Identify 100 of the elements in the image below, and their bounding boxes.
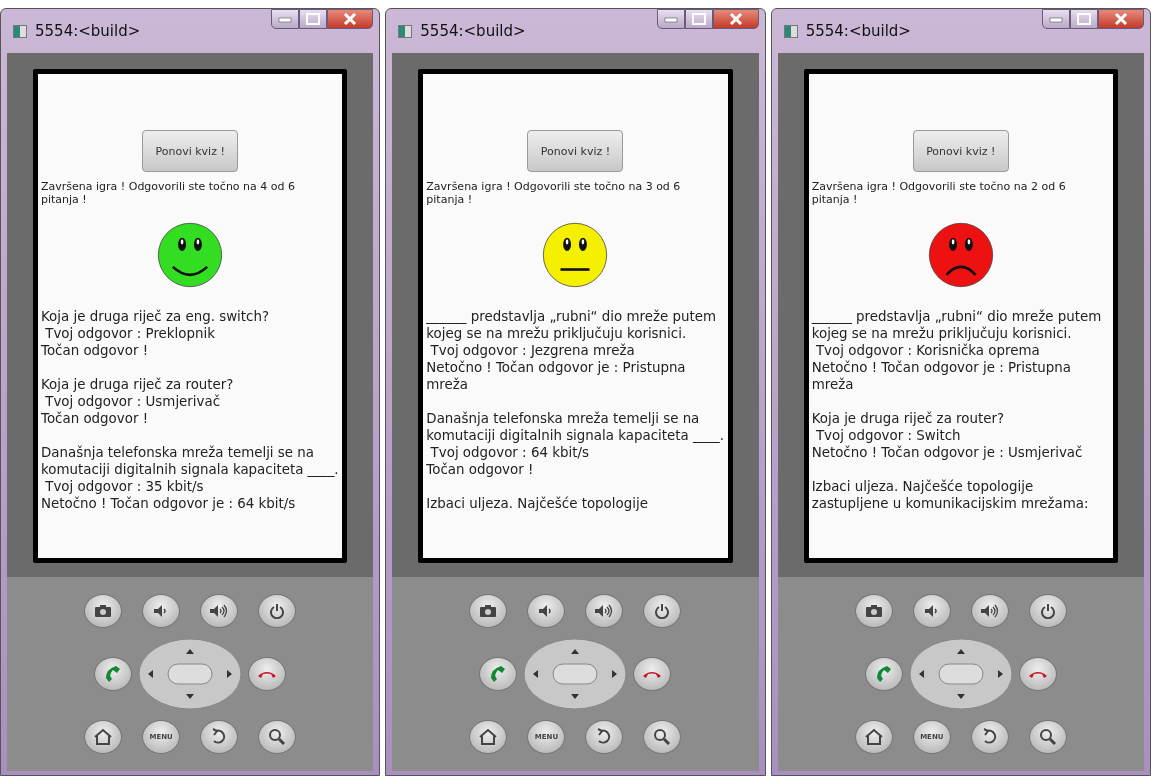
maximize-icon: [691, 13, 706, 25]
camera-button[interactable]: [84, 594, 123, 628]
home-icon: [478, 728, 499, 746]
power-button[interactable]: [643, 594, 682, 628]
volume-down-button[interactable]: [912, 594, 951, 628]
volume-up-icon: [979, 604, 1000, 618]
home-button[interactable]: [84, 720, 123, 754]
question-text: Izbaci uljeza. Najčešće topologije: [426, 495, 649, 512]
question-text: Današnja telefonska mreža temelji se na komutaciji digitalnih signala kapaciteta ____.: [426, 410, 725, 444]
question-text: Današnja telefonska mreža temelji se na komutaciji digitalnih signala kapaciteta ____.: [41, 444, 340, 478]
phone-icon: [874, 665, 893, 683]
end-call-button[interactable]: [633, 657, 672, 691]
question-text: Koja je druga riječ za router?: [811, 410, 1006, 427]
maximize-icon: [306, 13, 321, 25]
question-text: Koja je druga riječ za router?: [41, 376, 235, 393]
retry-button[interactable]: Ponovi kviz !: [912, 130, 1009, 172]
maximize-icon: [1077, 13, 1091, 25]
search-icon: [1038, 728, 1057, 746]
camera-icon: [864, 604, 883, 618]
camera-button[interactable]: [469, 594, 508, 628]
answer-text: Tvoj odgovor : 35 kbit/s: [44, 478, 205, 495]
volume-up-icon: [209, 604, 230, 618]
phone-icon: [104, 665, 123, 683]
question-text: Koja je druga riječ za eng. switch?: [41, 308, 271, 325]
call-button[interactable]: [94, 657, 133, 691]
maximize-button[interactable]: [1070, 9, 1098, 29]
minimize-button[interactable]: [271, 9, 300, 29]
back-button[interactable]: [970, 720, 1009, 754]
result-summary: Završena igra ! Odgovorili ste točno na 2 od 6 pitanja !: [811, 180, 1067, 206]
volume-up-button[interactable]: [200, 594, 239, 628]
verdict-text: Netočno ! Točan odgovor je : Pristupna mreža: [811, 359, 1072, 393]
end-call-button[interactable]: [1018, 657, 1057, 691]
answer-text: Tvoj odgovor : Usmjerivač: [44, 393, 222, 410]
end-call-button[interactable]: [248, 657, 287, 691]
close-button[interactable]: [327, 9, 374, 29]
window-title: 5554:<build>: [805, 22, 912, 40]
minimize-button[interactable]: [1042, 9, 1070, 29]
dpad[interactable]: [523, 638, 628, 710]
verdict-text: Točan odgovor !: [41, 342, 150, 359]
minimize-button[interactable]: [656, 9, 685, 29]
back-button[interactable]: [200, 720, 239, 754]
question-text: ______ predstavlja „rubni“ dio mreže putem kojeg se na mrežu priključuju korisnici.: [426, 308, 718, 342]
power-icon: [654, 603, 671, 619]
result-summary: Završena igra ! Odgovorili ste točno na 4 od 6 pitanja !: [41, 180, 296, 206]
close-icon: [728, 13, 743, 25]
retry-button[interactable]: Ponovi kviz !: [527, 130, 624, 172]
power-icon: [269, 603, 286, 619]
search-icon: [268, 728, 287, 746]
window-title: 5554:<build>: [35, 22, 142, 40]
dpad[interactable]: [908, 638, 1013, 710]
dpad[interactable]: [138, 638, 243, 710]
question-text: ______ predstavlja „rubni“ dio mreže putem kojeg se na mrežu priključuju korisnici.: [811, 308, 1103, 342]
camera-icon: [479, 604, 498, 618]
home-icon: [863, 728, 884, 746]
volume-up-button[interactable]: [970, 594, 1009, 628]
close-icon: [1114, 13, 1128, 25]
phone-icon: [489, 665, 508, 683]
close-icon: [343, 13, 358, 25]
window-icon: [783, 24, 798, 38]
answer-text: Tvoj odgovor : 64 kbit/s: [429, 444, 590, 461]
power-button[interactable]: [258, 594, 297, 628]
camera-icon: [94, 604, 113, 618]
volume-up-button[interactable]: [585, 594, 624, 628]
answer-text: Tvoj odgovor : Preklopnik: [44, 325, 216, 342]
verdict-text: Netočno ! Točan odgovor je : Pristupna mreža: [426, 359, 687, 393]
power-icon: [1039, 603, 1056, 619]
window-title: 5554:<build>: [420, 22, 527, 40]
home-button[interactable]: [469, 720, 508, 754]
verdict-text: Netočno ! Točan odgovor je : 64 kbit/s: [41, 495, 297, 512]
volume-down-button[interactable]: [142, 594, 181, 628]
home-icon: [93, 728, 114, 746]
camera-button[interactable]: [854, 594, 893, 628]
maximize-button[interactable]: [299, 9, 328, 29]
call-button[interactable]: [864, 657, 903, 691]
close-button[interactable]: [1098, 9, 1144, 29]
search-button[interactable]: [258, 720, 297, 754]
search-button[interactable]: [1028, 720, 1067, 754]
window-icon: [398, 24, 413, 38]
maximize-button[interactable]: [684, 9, 713, 29]
minimize-icon: [278, 15, 293, 23]
call-button[interactable]: [479, 657, 518, 691]
minimize-icon: [663, 15, 678, 23]
verdict-text: Točan odgovor !: [426, 461, 535, 478]
question-text: Izbaci uljeza. Najčešće topologije zastupljene u komunikacijskim mrežama:: [811, 478, 1090, 512]
back-button[interactable]: [585, 720, 624, 754]
power-button[interactable]: [1028, 594, 1067, 628]
minimize-icon: [1049, 15, 1063, 23]
verdict-text: Točan odgovor !: [41, 410, 150, 427]
close-button[interactable]: [712, 9, 759, 29]
result-summary: Završena igra ! Odgovorili ste točno na 3 od 6 pitanja !: [426, 180, 682, 206]
verdict-text: Netočno ! Točan odgovor je : Usmjerivač: [811, 444, 1084, 461]
search-button[interactable]: [643, 720, 682, 754]
home-button[interactable]: [854, 720, 893, 754]
answer-text: Tvoj odgovor : Korisnička oprema: [814, 342, 1041, 359]
answer-text: Tvoj odgovor : Jezgrena mreža: [429, 342, 636, 359]
volume-up-icon: [594, 604, 615, 618]
window-icon: [13, 24, 27, 38]
retry-button[interactable]: Ponovi kviz !: [142, 130, 239, 172]
volume-down-button[interactable]: [527, 594, 566, 628]
search-icon: [653, 728, 672, 746]
